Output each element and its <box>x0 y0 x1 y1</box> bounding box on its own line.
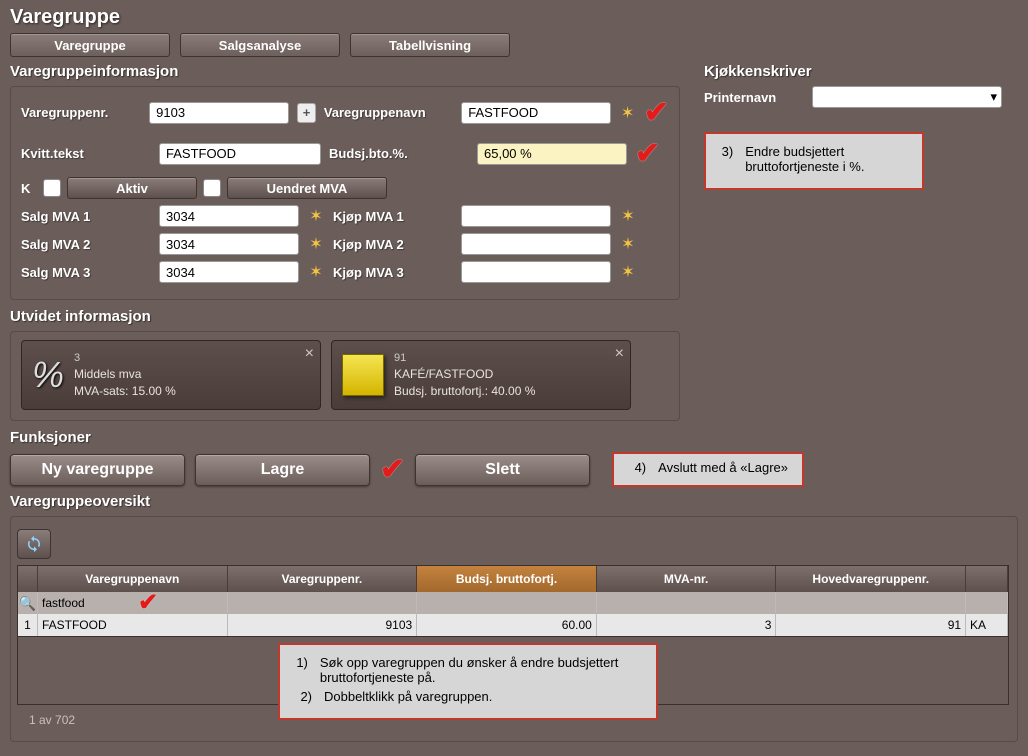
salg1-input[interactable] <box>159 205 299 227</box>
star-icon: ✶ <box>619 235 637 253</box>
kvitttekst-input[interactable] <box>159 143 321 165</box>
salg3-input[interactable] <box>159 261 299 283</box>
col-budsj[interactable]: Budsj. bruttofortj. <box>417 566 597 592</box>
label-kjop1: Kjøp MVA 1 <box>333 209 453 224</box>
funksjoner-heading: Funksjoner <box>10 429 1018 446</box>
table-row[interactable]: 1 FASTFOOD 9103 60.00 3 91 KA <box>18 614 1008 636</box>
label-kjop3: Kjøp MVA 3 <box>333 265 453 280</box>
info-heading: Varegruppeinformasjon <box>10 63 680 80</box>
col-hoved[interactable]: Hovedvaregruppenr. <box>776 566 966 592</box>
printer-heading: Kjøkkenskriver <box>704 63 1004 80</box>
search-value[interactable]: fastfood <box>42 596 85 610</box>
label-budsj: Budsj.bto.%. <box>329 146 469 161</box>
mva-card[interactable]: × % 3 Middels mva MVA-sats: 15.00 % <box>21 340 321 410</box>
cell-navn: FASTFOOD <box>38 614 228 636</box>
cell-mva: 3 <box>597 614 777 636</box>
utvidet-panel: × % 3 Middels mva MVA-sats: 15.00 % × 91 <box>10 331 680 421</box>
grid-header: Varegruppenavn Varegruppenr. Budsj. brut… <box>18 566 1008 592</box>
printernavn-dropdown[interactable]: ▾ <box>812 86 1002 108</box>
label-salg2: Salg MVA 2 <box>21 237 151 252</box>
checkmark-icon: ✔ <box>138 588 158 617</box>
annotation-12: 1)Søk opp varegruppen du ønsker å endre … <box>278 643 658 720</box>
label-printernavn: Printernavn <box>704 90 804 105</box>
row-index: 1 <box>18 614 38 636</box>
cube-icon <box>342 354 384 396</box>
star-icon: ✶ <box>619 207 637 225</box>
uendret-checkbox[interactable] <box>203 179 221 197</box>
label-kjop2: Kjøp MVA 2 <box>333 237 453 252</box>
percent-icon: % <box>32 354 64 396</box>
cell-budsj: 60.00 <box>417 614 597 636</box>
tab-varegruppe[interactable]: Varegruppe <box>10 33 170 57</box>
star-icon: ✶ <box>619 104 636 122</box>
checkmark-icon: ✔ <box>644 95 669 130</box>
refresh-button[interactable] <box>17 529 51 559</box>
oversikt-panel: Varegruppenavn Varegruppenr. Budsj. brut… <box>10 516 1018 742</box>
new-varegruppe-button[interactable]: Ny varegruppe <box>10 454 185 486</box>
aktiv-checkbox[interactable] <box>43 179 61 197</box>
label-varegruppenavn: Varegruppenavn <box>324 105 453 120</box>
info-panel: Varegruppenr. + Varegruppenavn ✶ ✔ Kvitt… <box>10 86 680 300</box>
checkmark-icon: ✔ <box>635 136 660 171</box>
kjop1-input[interactable] <box>461 205 611 227</box>
cell-extra: KA <box>966 614 1008 636</box>
star-icon: ✶ <box>619 263 637 281</box>
card2-id: 91 <box>394 351 535 366</box>
col-navn[interactable]: Varegruppenavn <box>38 566 228 592</box>
card1-name: Middels mva <box>74 366 176 383</box>
label-kvitttekst: Kvitt.tekst <box>21 146 151 161</box>
budsj-input[interactable] <box>477 143 627 165</box>
checkmark-icon: ✔ <box>380 452 405 487</box>
grid: Varegruppenavn Varegruppenr. Budsj. brut… <box>17 565 1009 705</box>
tab-salgsanalyse[interactable]: Salgsanalyse <box>180 33 340 57</box>
aktiv-button[interactable]: Aktiv <box>67 177 197 199</box>
col-mva[interactable]: MVA-nr. <box>597 566 777 592</box>
grid-search-row: 🔍 fastfood ✔ <box>18 592 1008 614</box>
card2-rate: Budsj. bruttofortj.: 40.00 % <box>394 383 535 400</box>
label-salg1: Salg MVA 1 <box>21 209 151 224</box>
close-icon[interactable]: × <box>305 345 314 363</box>
oversikt-heading: Varegruppeoversikt <box>10 493 1018 510</box>
star-icon: ✶ <box>307 263 325 281</box>
cell-hoved: 91 <box>776 614 966 636</box>
star-icon: ✶ <box>307 207 325 225</box>
cell-nr: 9103 <box>228 614 418 636</box>
label-salg3: Salg MVA 3 <box>21 265 151 280</box>
kjop3-input[interactable] <box>461 261 611 283</box>
uendret-button[interactable]: Uendret MVA <box>227 177 387 199</box>
label-k: K <box>21 181 37 196</box>
chevron-down-icon: ▾ <box>990 89 997 105</box>
label-varegruppenr: Varegruppenr. <box>21 105 141 120</box>
card2-name: KAFÉ/FASTFOOD <box>394 366 535 383</box>
card1-rate: MVA-sats: 15.00 % <box>74 383 176 400</box>
close-icon[interactable]: × <box>615 345 624 363</box>
tab-tabellvisning[interactable]: Tabellvisning <box>350 33 510 57</box>
add-varegruppenr-button[interactable]: + <box>297 103 316 123</box>
card1-id: 3 <box>74 351 176 366</box>
col-nr[interactable]: Varegruppenr. <box>228 566 418 592</box>
varegruppenavn-input[interactable] <box>461 102 611 124</box>
search-icon: 🔍 <box>19 595 36 612</box>
tab-row: Varegruppe Salgsanalyse Tabellvisning <box>10 33 1018 57</box>
delete-button[interactable]: Slett <box>415 454 590 486</box>
salg2-input[interactable] <box>159 233 299 255</box>
star-icon: ✶ <box>307 235 325 253</box>
hovedgruppe-card[interactable]: × 91 KAFÉ/FASTFOOD Budsj. bruttofortj.: … <box>331 340 631 410</box>
annotation-3: 3)Endre budsjettert bruttofortjeneste i … <box>704 132 924 190</box>
page-title: Varegruppe <box>10 6 1018 29</box>
utvidet-heading: Utvidet informasjon <box>10 308 680 325</box>
save-button[interactable]: Lagre <box>195 454 370 486</box>
varegruppenr-input[interactable] <box>149 102 289 124</box>
annotation-4: 4)Avslutt med å «Lagre» <box>612 452 804 487</box>
kjop2-input[interactable] <box>461 233 611 255</box>
